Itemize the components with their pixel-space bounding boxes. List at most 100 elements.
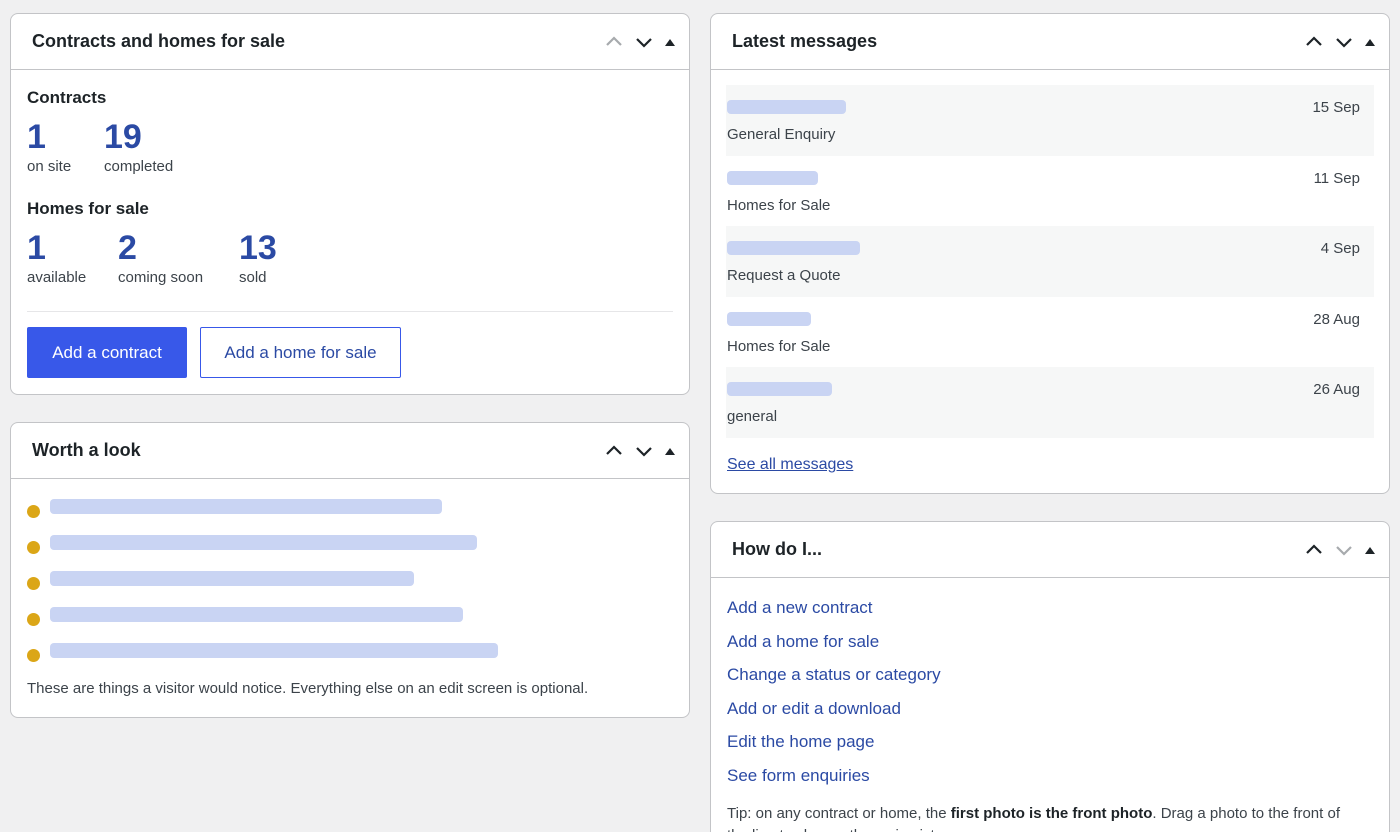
redacted-sender (727, 170, 818, 185)
tip-text: Tip: on any contract or home, the first … (727, 803, 1349, 832)
toggle-panel-button[interactable] (659, 436, 681, 466)
stat-label: sold (239, 269, 267, 286)
stat-label: available (27, 269, 87, 286)
message-date: 4 Sep (1320, 240, 1360, 257)
chevron-up-icon (606, 445, 622, 455)
panel-header: Worth a look (11, 423, 689, 479)
stat-value: 1 (27, 118, 46, 156)
status-dot (27, 505, 40, 518)
move-down-button[interactable] (1329, 535, 1359, 565)
move-down-button[interactable] (1329, 27, 1359, 57)
how-do-i-panel: How do I... Add a new contract Add a hom… (710, 521, 1390, 832)
panel-header: Contracts and homes for sale (11, 14, 689, 70)
panel-title: Worth a look (32, 440, 141, 460)
stat-homes-sold[interactable]: 13 sold (239, 231, 277, 286)
howto-link-change-status[interactable]: Change a status or category (727, 665, 941, 699)
stat-contracts-on-site[interactable]: 1 on site (27, 120, 71, 175)
triangle-up-icon (665, 448, 675, 455)
triangle-up-icon (665, 39, 675, 46)
panel-title: How do I... (732, 539, 822, 559)
contracts-panel: Contracts and homes for sale Contracts 1… (10, 13, 690, 395)
message-date: 26 Aug (1313, 381, 1360, 398)
panel-header: Latest messages (711, 14, 1389, 70)
chevron-down-icon (636, 38, 652, 48)
message-row[interactable]: 26 Aug general (726, 367, 1374, 438)
toggle-panel-button[interactable] (1359, 27, 1381, 57)
redacted-placeholder (50, 607, 463, 622)
status-dot (27, 577, 40, 590)
message-date: 15 Sep (1312, 99, 1360, 116)
panel-controls (599, 423, 681, 479)
message-date: 11 Sep (1313, 169, 1360, 187)
stat-homes-available[interactable]: 1 available (27, 231, 86, 286)
chevron-up-icon (1306, 36, 1322, 46)
chevron-up-icon (606, 36, 622, 46)
message-row[interactable]: 4 Sep Request a Quote (726, 226, 1374, 297)
howto-link-form-enquiries[interactable]: See form enquiries (727, 766, 941, 800)
status-dot (27, 649, 40, 662)
move-down-button[interactable] (629, 27, 659, 57)
triangle-up-icon (1365, 39, 1375, 46)
redacted-sender (727, 100, 846, 114)
panel-controls (1299, 522, 1381, 578)
message-row[interactable]: 15 Sep General Enquiry (726, 85, 1374, 156)
chevron-down-icon (1336, 38, 1352, 48)
contracts-heading: Contracts (27, 88, 107, 107)
move-down-button[interactable] (629, 436, 659, 466)
worth-note: These are things a visitor would notice.… (27, 680, 589, 697)
redacted-placeholder (50, 499, 442, 514)
status-dot (27, 541, 40, 554)
message-subject: Homes for Sale (727, 337, 831, 355)
redacted-sender (727, 241, 860, 255)
toggle-panel-button[interactable] (1359, 535, 1381, 565)
stat-value: 13 (239, 229, 277, 267)
redacted-sender (727, 382, 832, 396)
stat-label: on site (27, 158, 72, 175)
chevron-down-icon (636, 447, 652, 457)
panel-header: How do I... (711, 522, 1389, 578)
redacted-sender (727, 311, 811, 326)
stat-label: completed (104, 158, 174, 175)
redacted-placeholder (50, 643, 498, 658)
stat-value: 19 (104, 118, 142, 156)
panel-title: Latest messages (732, 31, 878, 51)
message-subject: general (727, 408, 778, 425)
chevron-down-icon (1336, 546, 1352, 556)
howto-link-edit-home-page[interactable]: Edit the home page (727, 732, 941, 766)
howto-link-edit-download[interactable]: Add or edit a download (727, 699, 941, 733)
stat-homes-coming-soon[interactable]: 2 coming soon (118, 231, 203, 286)
move-up-button[interactable] (1299, 27, 1329, 57)
message-row[interactable]: 28 Aug Homes for Sale (726, 297, 1374, 368)
howto-links: Add a new contract Add a home for sale C… (727, 598, 941, 799)
message-date: 28 Aug (1313, 310, 1360, 328)
tip-emphasis: first photo is the front photo (950, 805, 1153, 822)
redacted-placeholder (50, 571, 414, 586)
message-list: 15 Sep General Enquiry 11 Sep Homes for … (726, 85, 1374, 438)
howto-link-add-home[interactable]: Add a home for sale (727, 632, 941, 666)
move-up-button[interactable] (1299, 535, 1329, 565)
panel-title: Contracts and homes for sale (32, 31, 286, 51)
divider (27, 311, 673, 312)
triangle-up-icon (1365, 547, 1375, 554)
howto-link-add-contract[interactable]: Add a new contract (727, 598, 941, 632)
message-row[interactable]: 11 Sep Homes for Sale (726, 156, 1374, 227)
chevron-up-icon (1306, 544, 1322, 554)
latest-messages-panel: Latest messages 15 Sep General Enquiry 1… (710, 13, 1390, 494)
status-dot (27, 613, 40, 626)
panel-controls (1299, 14, 1381, 70)
homes-heading: Homes for sale (27, 199, 149, 218)
message-subject: General Enquiry (727, 126, 836, 143)
add-contract-button[interactable]: Add a contract (27, 327, 187, 378)
move-up-button[interactable] (599, 27, 629, 57)
redacted-placeholder (50, 535, 477, 550)
stat-value: 2 (118, 229, 137, 267)
see-all-messages-link[interactable]: See all messages (727, 456, 853, 474)
stat-label: coming soon (118, 269, 204, 286)
toggle-panel-button[interactable] (659, 27, 681, 57)
stat-value: 1 (27, 229, 46, 267)
tip-prefix: Tip: on any contract or home, the (727, 805, 951, 822)
move-up-button[interactable] (599, 436, 629, 466)
add-home-button[interactable]: Add a home for sale (200, 327, 401, 378)
stat-contracts-completed[interactable]: 19 completed (104, 120, 173, 175)
message-subject: Request a Quote (727, 267, 841, 284)
